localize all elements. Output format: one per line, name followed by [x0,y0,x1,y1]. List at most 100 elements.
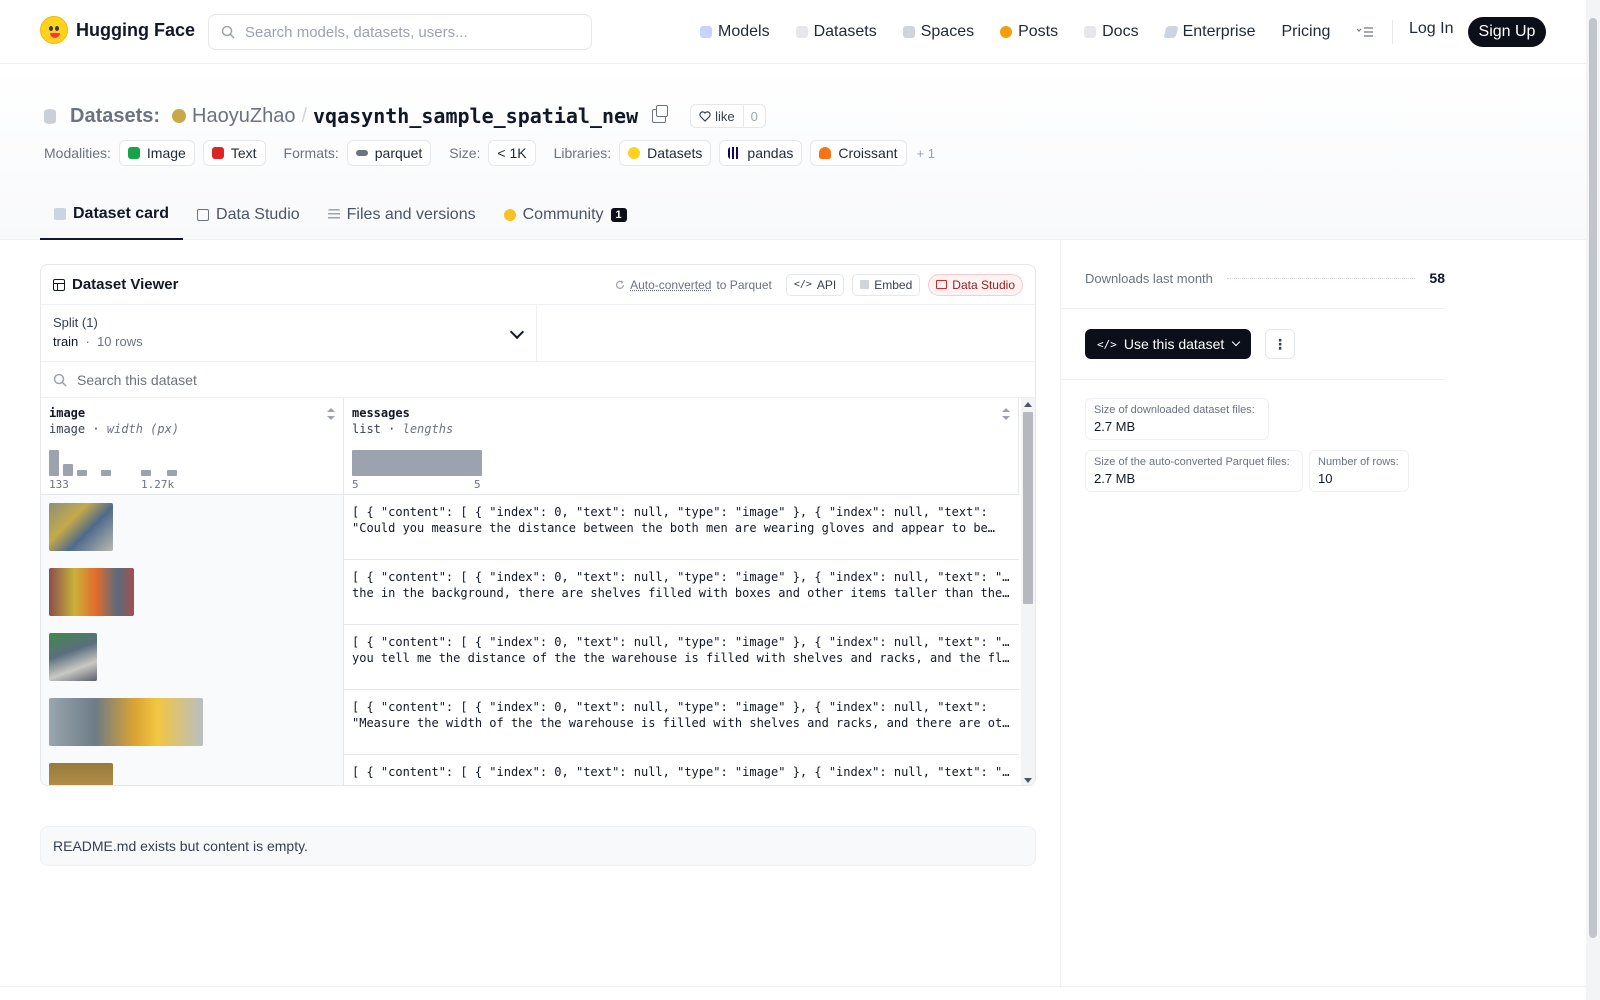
chevron-down-icon [1232,337,1241,347]
messages-cell[interactable]: [ { "content": [ { "index": 0, "text": n… [344,560,1019,625]
section-label[interactable]: Datasets: [70,105,160,128]
tab-files[interactable]: Files and versions [314,190,490,240]
refresh-icon [615,280,625,289]
row-image-thumbnail[interactable] [49,698,203,746]
histogram [352,448,482,476]
like-button[interactable]: like 0 [690,104,766,128]
image-cell[interactable] [41,755,344,785]
row-image-thumbnail[interactable] [49,763,113,785]
tag-image[interactable]: Image [118,140,195,166]
histogram-bar[interactable] [352,450,482,476]
sort-icon[interactable] [1002,408,1010,420]
tag-croissant-label: Croissant [838,145,898,161]
global-search[interactable] [208,14,592,50]
copy-icon[interactable] [652,105,669,123]
datasets-icon [795,26,808,38]
row-image-thumbnail[interactable] [49,503,113,551]
row-image-thumbnail[interactable] [49,633,97,681]
table-row[interactable]: [ { "content": [ { "index": 0, "text": n… [41,755,1019,785]
more-options-button[interactable]: ⋮ [1265,329,1295,359]
repo-name[interactable]: vqasynth_sample_spatial_new [313,104,638,128]
scrollbar-thumb[interactable] [1023,412,1033,604]
split-label: Split (1) [53,315,98,330]
login-link[interactable]: Log In [1409,20,1453,38]
split-selector[interactable]: Split (1) train · 10 rows [41,305,537,361]
more-libraries[interactable]: + 1 [917,146,935,161]
tab-data-studio[interactable]: Data Studio [183,190,314,240]
dataset-search-input[interactable] [77,371,677,388]
nav-models[interactable]: Models [700,18,770,46]
tab-dataset-card[interactable]: Dataset card [40,190,184,240]
table-row[interactable]: [ { "content": [ { "index": 0, "text": n… [41,560,1019,625]
message-line: "Could you measure the distance between … [352,521,995,535]
enterprise-icon [1162,26,1179,38]
histogram-bar[interactable] [101,470,111,476]
spaces-icon [902,26,915,38]
histogram-bar[interactable] [49,450,59,476]
nav-datasets[interactable]: Datasets [795,18,877,46]
tag-text[interactable]: Text [202,140,266,166]
messages-cell[interactable]: [ { "content": [ { "index": 0, "text": n… [344,690,1019,755]
files-icon [327,209,340,221]
page-scrollbar-thumb[interactable] [1589,18,1597,938]
data-studio-button[interactable]: Data Studio [928,273,1023,296]
repo-header: Datasets: HaoyuZhao / vqasynth_sample_sp… [0,64,1586,240]
tag-size[interactable]: < 1K [488,140,536,166]
use-dataset-button[interactable]: </> Use this dataset [1085,329,1252,359]
embed-button[interactable]: Embed [852,273,921,296]
column-header-messages[interactable]: messages list · lengths 5 5 [344,398,1019,495]
tag-pandas[interactable]: pandas [719,140,803,166]
histogram-bar[interactable] [141,470,151,476]
sort-icon[interactable] [327,408,335,420]
auto-converted-link[interactable]: Auto-converted to Parquet [615,278,772,292]
nav-spaces[interactable]: Spaces [902,18,974,46]
nav-posts[interactable]: Posts [1000,18,1058,46]
nav-pricing[interactable]: Pricing [1281,18,1330,46]
stat-rows: Number of rows: 10 [1309,450,1409,492]
histogram-min: 5 [352,478,359,491]
owner-link[interactable]: HaoyuZhao [192,105,295,128]
signup-button[interactable]: Sign Up [1468,17,1546,47]
nav-enterprise[interactable]: Enterprise [1162,18,1255,46]
table-row[interactable]: [ { "content": [ { "index": 0, "text": n… [41,690,1019,755]
image-cell[interactable] [41,495,344,560]
image-cell[interactable] [41,690,344,755]
dataset-search[interactable] [41,362,1035,398]
table-row[interactable]: [ { "content": [ { "index": 0, "text": n… [41,625,1019,690]
code-icon: </> [1097,337,1117,351]
histogram-bar[interactable] [63,464,73,476]
owner-avatar[interactable] [172,109,187,123]
stat-parquet-size: Size of the auto-converted Parquet files… [1085,450,1303,492]
table-icon [936,280,948,289]
histogram-bar[interactable] [167,470,177,476]
hugging-face-icon [628,147,641,159]
global-search-input[interactable] [245,23,565,41]
column-header-image[interactable]: image image · width (px) 133 1.27k [41,398,344,495]
api-button[interactable]: </> API [785,273,845,296]
messages-cell[interactable]: [ { "content": [ { "index": 0, "text": n… [344,755,1019,785]
community-icon [503,209,516,221]
tag-croissant[interactable]: Croissant [810,140,907,166]
messages-cell[interactable]: [ { "content": [ { "index": 0, "text": n… [344,625,1019,690]
scroll-down-icon[interactable] [1024,778,1032,783]
tag-parquet[interactable]: parquet [346,140,432,166]
nav-docs[interactable]: Docs [1084,18,1139,46]
tab-community[interactable]: Community 1 [490,190,641,240]
image-cell[interactable] [41,625,344,690]
histogram-bar[interactable] [77,470,87,476]
table-scrollbar[interactable] [1021,398,1035,785]
row-image-thumbnail[interactable] [49,568,134,616]
search-icon [221,25,235,39]
image-cell[interactable] [41,560,344,625]
messages-cell[interactable]: [ { "content": [ { "index": 0, "text": n… [344,495,1019,560]
brand-link[interactable]: Hugging Face [40,16,195,44]
nav-divider [1392,20,1393,44]
page-scrollbar[interactable] [1586,0,1600,1000]
hugging-face-logo-icon [40,16,68,44]
tag-datasets-lib[interactable]: Datasets [619,140,712,166]
table-row[interactable]: [ { "content": [ { "index": 0, "text": n… [41,495,1019,560]
column-type: image [49,422,86,436]
scroll-up-icon[interactable] [1024,402,1032,407]
tag-pandas-label: pandas [747,145,794,161]
nav-more-menu[interactable] [1356,18,1374,46]
